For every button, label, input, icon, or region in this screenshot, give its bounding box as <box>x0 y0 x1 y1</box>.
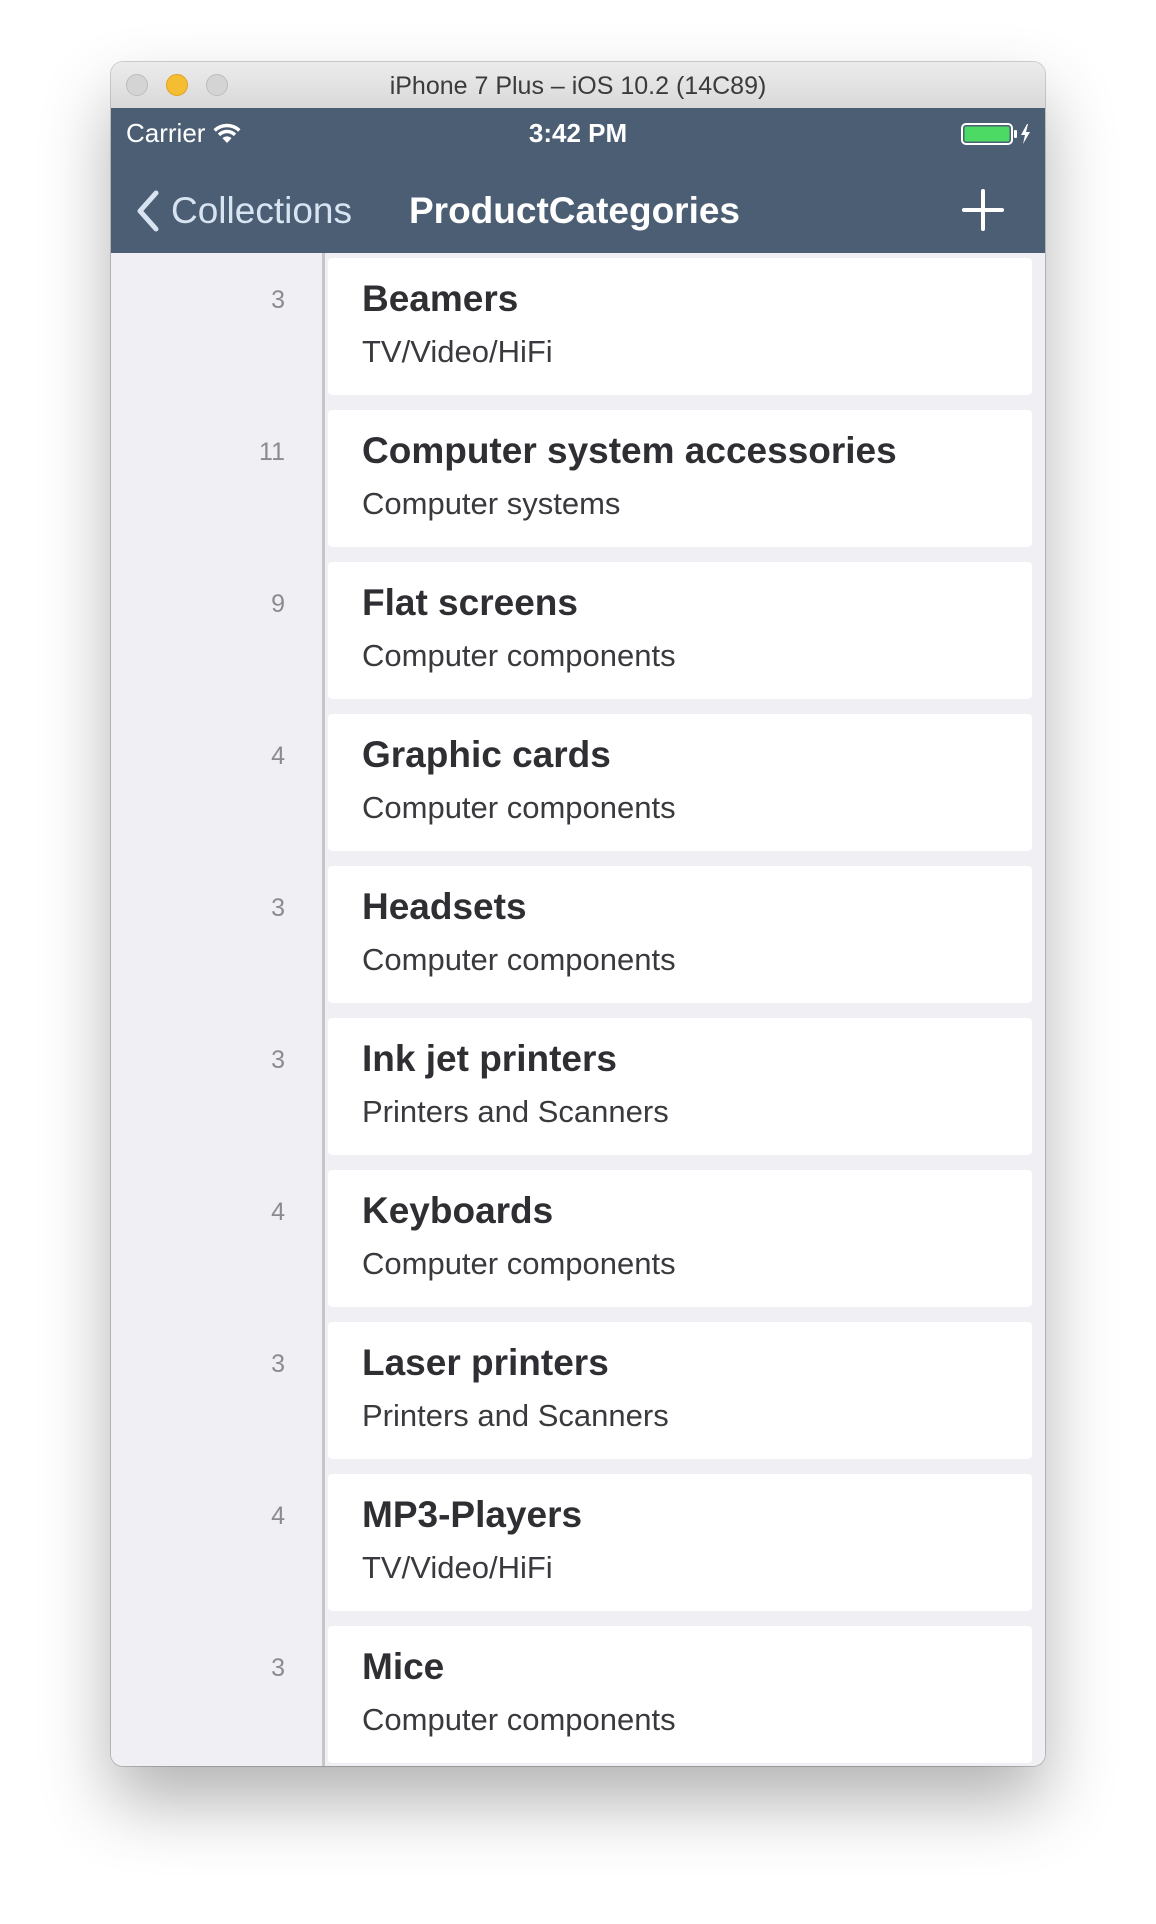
item-title: Laser printers <box>362 1342 609 1383</box>
item-subtitle: Computer components <box>362 942 676 977</box>
item-title: Beamers <box>362 278 519 319</box>
battery-icon <box>961 123 1030 145</box>
item-count: 3 <box>271 1654 285 1682</box>
item-title: Mice <box>362 1646 445 1687</box>
window-titlebar: iPhone 7 Plus – iOS 10.2 (14C89) <box>111 62 1045 109</box>
item-title: Headsets <box>362 886 527 927</box>
list-item[interactable]: 11 Computer system accessories Computer sy… <box>111 410 1045 547</box>
item-count: 3 <box>271 894 285 922</box>
item-subtitle: Computer systems <box>362 486 621 521</box>
item-title: Graphic cards <box>362 734 611 775</box>
list-item[interactable]: 3 Beamers TV/Video/HiFi <box>111 258 1045 395</box>
item-subtitle: TV/Video/HiFi <box>362 334 553 369</box>
list-item-card[interactable]: Computer system accessories Computer syst… <box>328 410 1032 547</box>
item-title: Keyboards <box>362 1190 554 1231</box>
chevron-left-icon <box>137 190 159 232</box>
item-subtitle: Computer components <box>362 638 676 673</box>
list-item[interactable]: 4 Keyboards Computer components <box>111 1170 1045 1307</box>
item-title: Computer system accessories <box>362 430 897 471</box>
back-button-label: Collections <box>171 190 352 231</box>
list-item-card[interactable]: Mice Computer components <box>328 1626 1032 1763</box>
plus-icon[interactable] <box>961 188 1005 232</box>
list-item-card[interactable]: MP3-Players TV/Video/HiFi <box>328 1474 1032 1611</box>
simulator-window: iPhone 7 Plus – iOS 10.2 (14C89) Carrier… <box>111 62 1045 1766</box>
window-title: iPhone 7 Plus – iOS 10.2 (14C89) <box>389 72 767 100</box>
list-item-card[interactable]: Graphic cards Computer components <box>328 714 1032 851</box>
item-title: MP3-Players <box>362 1494 583 1535</box>
list-item[interactable]: 4 MP3-Players TV/Video/HiFi <box>111 1474 1045 1611</box>
item-count: 9 <box>271 590 285 618</box>
list-item[interactable]: 9 Flat screens Computer components <box>111 562 1045 699</box>
list-item-card[interactable]: Keyboards Computer components <box>328 1170 1032 1307</box>
item-subtitle: Computer components <box>362 1246 676 1281</box>
list-item-card[interactable]: Flat screens Computer components <box>328 562 1032 699</box>
item-count: 4 <box>271 1198 285 1226</box>
item-subtitle: Printers and Scanners <box>362 1094 669 1129</box>
page-title: ProductCategories <box>409 190 741 231</box>
list-item-card[interactable]: Beamers TV/Video/HiFi <box>328 258 1032 395</box>
navigation-bar: Carrier 3:42 PM Collections ProductCateg… <box>111 108 1045 253</box>
item-count: 4 <box>271 1502 285 1530</box>
item-subtitle: Printers and Scanners <box>362 1398 669 1433</box>
list-item[interactable]: 3 Mice Computer components <box>111 1626 1045 1763</box>
item-count: 3 <box>271 286 285 314</box>
list-item-card[interactable]: Ink jet printers Printers and Scanners <box>328 1018 1032 1155</box>
category-list[interactable]: 3 Beamers TV/Video/HiFi 11 Computer system a… <box>111 253 1045 1766</box>
list-item-card[interactable]: Headsets Computer components <box>328 866 1032 1003</box>
item-count: 11 <box>259 438 285 466</box>
list-item[interactable]: 3 Laser printers Printers and Scanners <box>111 1322 1045 1459</box>
item-subtitle: Computer components <box>362 1702 676 1737</box>
item-title: Flat screens <box>362 582 578 623</box>
list-item[interactable]: 3 Headsets Computer components <box>111 866 1045 1003</box>
item-count: 3 <box>271 1046 285 1074</box>
list-item[interactable]: 4 Graphic cards Computer components <box>111 714 1045 851</box>
item-subtitle: TV/Video/HiFi <box>362 1550 553 1585</box>
item-count: 3 <box>271 1350 285 1378</box>
item-title: Ink jet printers <box>362 1038 617 1079</box>
back-button[interactable]: Collections <box>135 186 352 236</box>
list-item-card[interactable]: Laser printers Printers and Scanners <box>328 1322 1032 1459</box>
item-count: 4 <box>271 742 285 770</box>
list-item[interactable]: 3 Ink jet printers Printers and Scanners <box>111 1018 1045 1155</box>
item-subtitle: Computer components <box>362 790 676 825</box>
status-time: 3:42 PM <box>528 118 628 148</box>
